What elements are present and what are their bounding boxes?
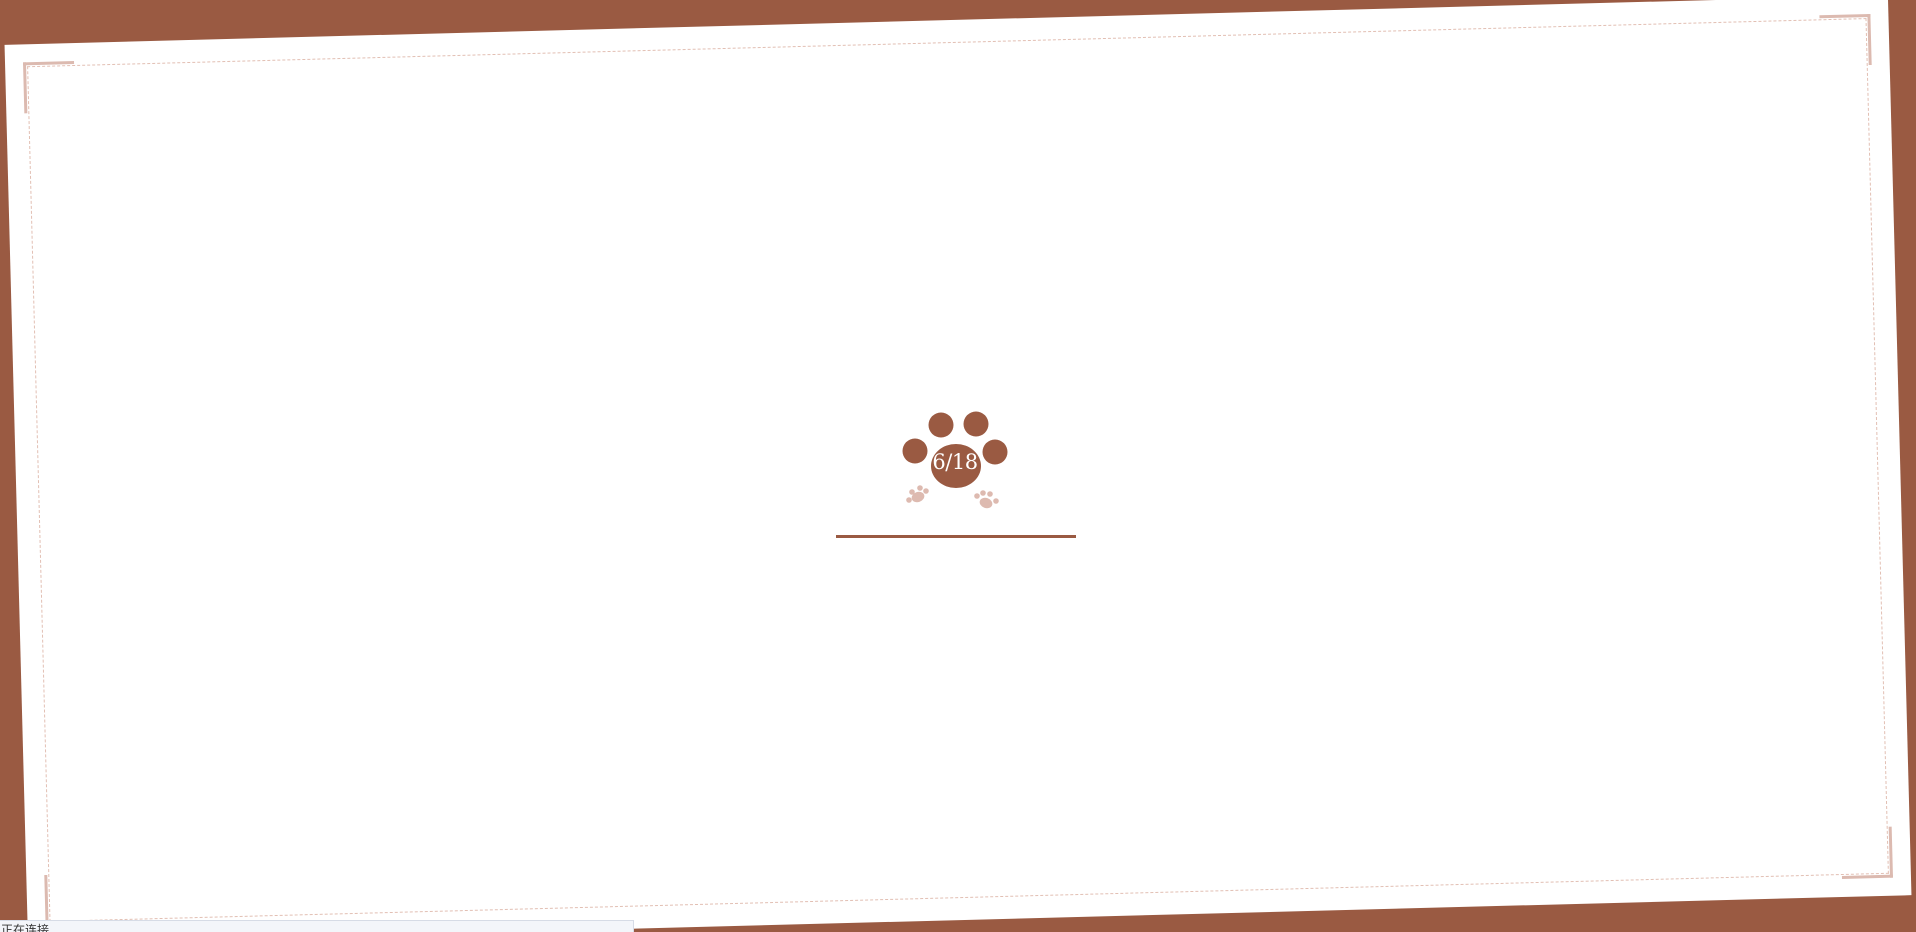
progress-bar-fill [836, 535, 1076, 538]
browser-status-bar: 正在连接... [0, 920, 634, 932]
corner-decoration-top-left [23, 61, 76, 114]
loading-indicator: 6/18 [890, 405, 1020, 515]
status-text: 正在连接... [1, 923, 61, 932]
paw-print-icon [906, 485, 929, 503]
paw-print-icon [974, 490, 999, 509]
corner-decoration-bottom-right [1840, 826, 1893, 879]
progress-counter: 6/18 [932, 450, 978, 474]
page: 6/18 正在连接... [0, 0, 1916, 932]
progress-bar [836, 535, 1076, 538]
corner-decoration-top-right [1819, 13, 1872, 67]
corner-decoration-bottom-left [44, 873, 97, 927]
